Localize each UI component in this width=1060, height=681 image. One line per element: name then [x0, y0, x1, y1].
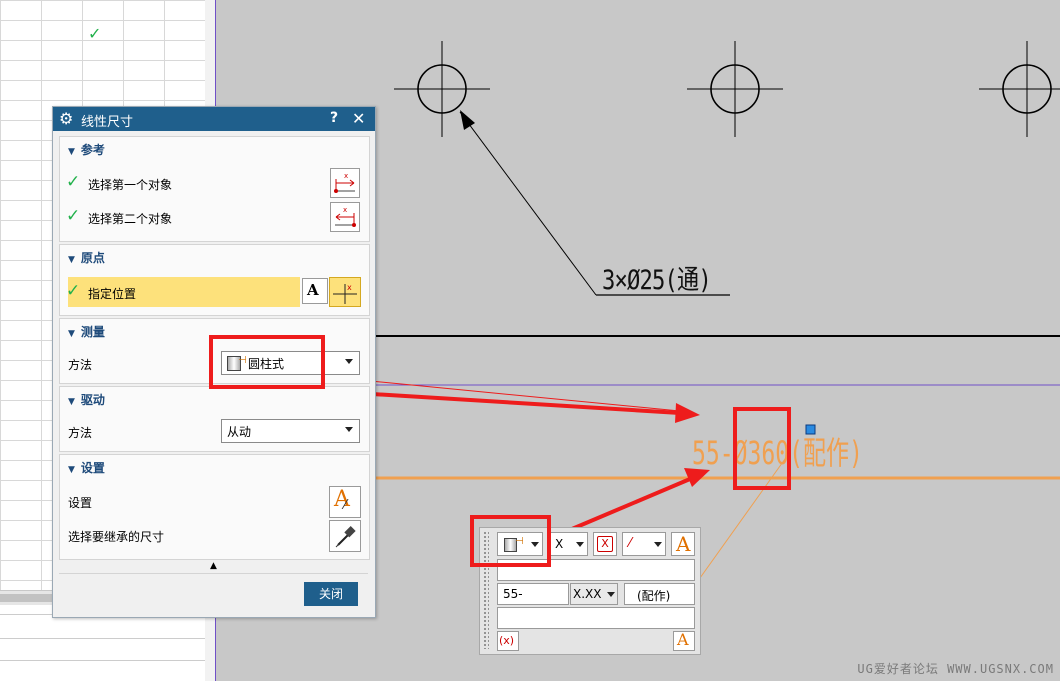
svg-text:x: x — [343, 206, 347, 214]
specify-location-button[interactable]: x — [329, 277, 361, 307]
settings-label: 设置 — [68, 496, 93, 510]
driving-method-label: 方法 — [68, 426, 93, 440]
svg-text:x: x — [347, 283, 352, 292]
chevron-down-icon — [345, 359, 353, 364]
select-second-object-button[interactable]: x — [330, 202, 360, 232]
brush-icon: ⁄ — [344, 498, 347, 513]
point-select-icon: x — [334, 172, 355, 193]
group-header-measurement[interactable]: ▼ 测量 — [68, 323, 105, 340]
check-icon: ✓ — [66, 172, 81, 192]
prefix-text-value: 55- — [503, 587, 523, 601]
chevron-up-icon: ▲ — [210, 561, 217, 571]
highlight-box-diameter — [733, 407, 791, 490]
expression-icon: (x) — [499, 634, 515, 647]
group-header-settings[interactable]: ▼ 设置 — [68, 459, 105, 476]
group-settings: ▼ 设置 设置 A ⁄ 选择要继承的尺寸 — [59, 454, 370, 560]
group-driving: ▼ 驱动 方法 从动 — [59, 386, 370, 452]
expression-button[interactable]: (x) — [497, 631, 519, 651]
second-object-label[interactable]: 选择第二个对象 — [88, 210, 172, 227]
group-header-reference[interactable]: ▼ 参考 — [68, 141, 105, 158]
text-style-icon: A — [676, 532, 691, 556]
dialog-title: 线性尺寸 — [81, 115, 134, 130]
highlight-box-method — [209, 335, 325, 389]
origin-tool-button[interactable]: A — [302, 278, 328, 304]
inherit-dimension-button[interactable] — [329, 520, 361, 552]
chevron-down-icon — [607, 592, 615, 597]
select-first-object-button[interactable]: x — [330, 168, 360, 198]
dialog-titlebar: ⚙ 线性尺寸 ? ✕ — [53, 107, 375, 131]
prefix-text-field[interactable]: 55- — [497, 583, 569, 605]
group-reference: ▼ 参考 ✓ 选择第一个对象 x ✓ 选择第二个对象 x — [59, 136, 370, 242]
collapse-arrow-icon: ▼ — [68, 329, 75, 339]
text-style-icon: A — [334, 487, 350, 512]
settings-brush-button[interactable]: A — [673, 630, 695, 651]
suffix-text-field[interactable]: (配作) — [624, 583, 695, 605]
leader-style-dropdown[interactable]: ⁄ — [622, 532, 666, 556]
eyedropper-icon — [335, 526, 356, 548]
driving-method-select[interactable]: 从动 — [221, 419, 360, 443]
settings-button[interactable]: A ⁄ — [329, 486, 361, 518]
collapse-arrow-icon: ▼ — [68, 147, 75, 157]
check-icon: ✓ — [66, 206, 81, 226]
collapse-arrow-icon: ▼ — [68, 397, 75, 407]
svg-text:x: x — [344, 172, 348, 180]
text-style-icon: A — [677, 630, 689, 649]
close-icon[interactable]: ✕ — [352, 109, 365, 128]
close-button[interactable]: 关闭 — [304, 582, 358, 606]
reset-x-icon: X — [597, 536, 613, 552]
tolerance-format-value: X.XX — [573, 587, 602, 601]
chevron-down-icon — [654, 542, 662, 547]
point-select-icon: x — [335, 206, 356, 227]
group-origin: ▼ 原点 ✓ 指定位置 A x — [59, 244, 370, 316]
driving-method-value: 从动 — [227, 425, 252, 439]
measurement-method-label: 方法 — [68, 358, 93, 372]
help-button[interactable]: ? — [330, 110, 338, 126]
chevron-down-icon — [576, 542, 584, 547]
tolerance-format-dropdown[interactable]: X.XX — [570, 583, 618, 605]
specify-location-label[interactable]: 指定位置 — [88, 285, 136, 302]
collapse-arrow-icon: ▼ — [68, 255, 75, 265]
first-object-label[interactable]: 选择第一个对象 — [88, 176, 172, 193]
suffix-text-value: (配作) — [637, 589, 671, 603]
check-icon: ✓ — [66, 281, 81, 301]
cursor-location-icon: x — [333, 283, 357, 304]
collapse-arrow-icon: ▼ — [68, 465, 75, 475]
chevron-down-icon — [345, 427, 353, 432]
reset-button[interactable]: X — [593, 532, 617, 556]
text-style-button[interactable]: A — [671, 532, 695, 556]
group-header-origin[interactable]: ▼ 原点 — [68, 249, 105, 266]
leader-icon: ⁄ — [629, 536, 632, 551]
gear-icon: ⚙ — [59, 109, 74, 128]
text-settings-icon: A — [307, 281, 319, 299]
inherit-dimension-label: 选择要继承的尺寸 — [68, 530, 165, 544]
expand-more-button[interactable]: ▲ — [59, 559, 368, 574]
group-header-driving[interactable]: ▼ 驱动 — [68, 391, 105, 408]
dimension-style-value: X — [555, 537, 564, 551]
dimension-style-dropdown[interactable]: X — [548, 532, 588, 556]
text-field-below[interactable] — [497, 607, 695, 629]
highlight-box-toolbar-method — [470, 515, 551, 567]
